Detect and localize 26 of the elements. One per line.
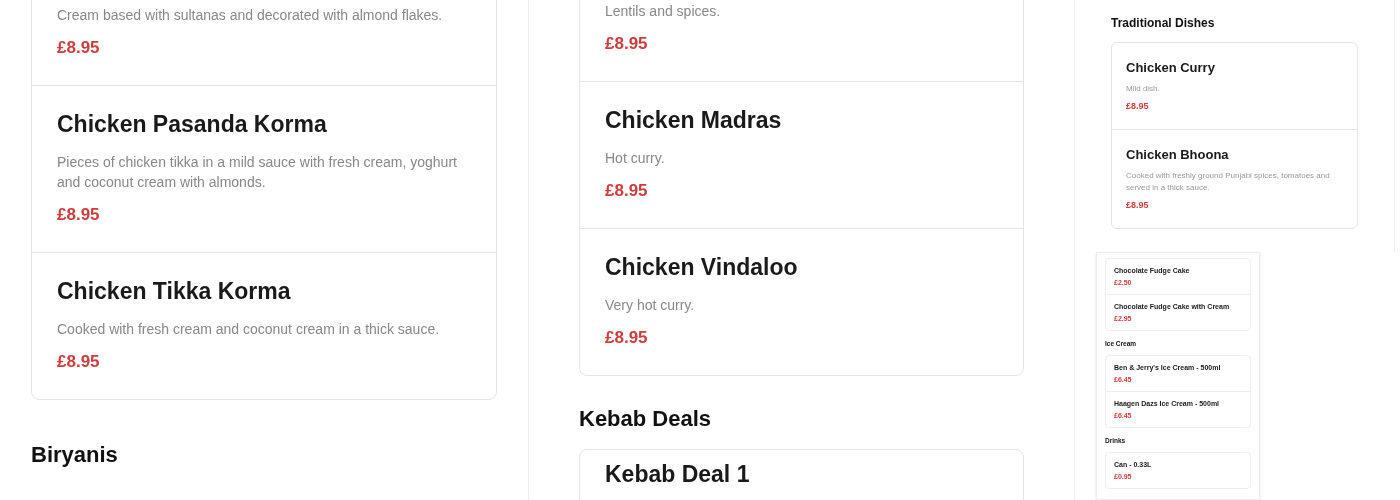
dish-price: £8.95 (57, 204, 101, 226)
section-heading: Traditional Dishes (1111, 15, 1216, 32)
dish-description: Mild dish. (1126, 83, 1161, 95)
dish-description: Cooked with fresh cream and coconut cream in a thick sauce. (57, 320, 441, 339)
section-heading: Biryanis (31, 441, 119, 469)
dish-price: £8.95 (1126, 199, 1150, 212)
dish-name: Chicken Curry (1126, 59, 1216, 77)
dish-description: Hot curry. (605, 149, 666, 168)
dish-price: £8.95 (1126, 100, 1150, 113)
dish-name: Chicken Madras (605, 106, 783, 134)
dish-description: Pieces of chicken tikka in a mild sauce with fresh cream, yoghurt and coconut cream with almonds. (57, 153, 458, 192)
dish-name: Chicken Pasanda Korma (57, 110, 328, 138)
dish-name: Kebab Deal 1 (605, 460, 751, 488)
dish-name: Chicken Tikka Korma (57, 277, 292, 305)
dish-description: Very hot curry. (605, 296, 696, 315)
dish-name: Chicken Vindaloo (605, 253, 799, 281)
dish-price: £8.95 (605, 180, 649, 202)
dish-price: £8.95 (605, 327, 649, 349)
dish-price: £8.95 (57, 37, 101, 59)
dish-description: Cream based with sultanas and decorated with almond flakes. (57, 6, 444, 25)
dish-description: Cooked with freshly ground Punjabi spices, tomatoes and served in a thick sauce. (1126, 170, 1331, 194)
dish-name: Chicken Bhoona (1126, 146, 1230, 164)
dish-price: £8.95 (605, 33, 649, 55)
dish-price: £8.95 (57, 351, 101, 373)
dish-description: Lentils and spices. (605, 2, 722, 21)
section-heading: Kebab Deals (579, 405, 713, 433)
